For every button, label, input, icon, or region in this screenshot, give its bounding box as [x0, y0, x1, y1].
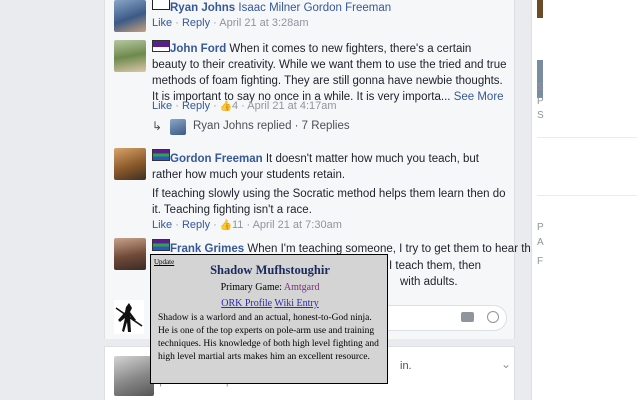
- replies-summary[interactable]: Ryan Johns replied · 7 Replies: [193, 120, 350, 132]
- comment-3: Gordon Freeman It doesn't matter how muc…: [152, 151, 507, 183]
- reply-link[interactable]: Reply: [182, 100, 210, 112]
- tooltip-links: ORK Profile Wiki Entry: [151, 298, 389, 309]
- sidebar-letter: P: [537, 96, 544, 107]
- tooltip-name: Shadow Mufhstoughir: [210, 263, 330, 277]
- camera-icon[interactable]: [461, 312, 474, 322]
- sidebar-thumbnail[interactable]: [537, 0, 543, 18]
- comment-3-para2: If teaching slowly using the Socratic me…: [152, 188, 506, 216]
- comment-4-tail-1: I teach them, then: [389, 260, 482, 272]
- next-post-text: in.: [400, 360, 412, 372]
- avatar-frank-grimes[interactable]: [114, 238, 146, 270]
- like-count[interactable]: 4: [232, 100, 238, 112]
- avatar-next-post[interactable]: [114, 356, 154, 396]
- profile-tooltip: Update Shadow Mufhstoughir Primary Game:…: [150, 254, 388, 384]
- see-more-link[interactable]: See More: [454, 91, 504, 103]
- comment-1: Ryan Johns Isaac Milner Gordon Freeman: [170, 0, 500, 16]
- tooltip-bio: Shadow is a warlord and an actual, hones…: [158, 313, 379, 362]
- like-link[interactable]: Like: [152, 100, 172, 112]
- reply-link[interactable]: Reply: [182, 17, 210, 29]
- game-value: Amtgard: [283, 282, 320, 293]
- sidebar-letter: S: [537, 82, 544, 93]
- sidebar-divider: [537, 195, 637, 196]
- comment-author[interactable]: Gordon Freeman: [170, 153, 263, 165]
- comment-time[interactable]: April 21 at 3:28am: [219, 17, 308, 29]
- wiki-entry-link[interactable]: Wiki Entry: [274, 298, 318, 309]
- flag-icon: [152, 0, 170, 10]
- comment-author[interactable]: Ryan Johns: [170, 2, 235, 14]
- sidebar-letter: F: [537, 256, 544, 267]
- like-count[interactable]: 11: [232, 219, 243, 231]
- avatar-gordon-freeman[interactable]: [114, 148, 146, 180]
- comment-actions: Like · Reply · 👍 4 · April 21 at 4:17am: [152, 100, 337, 112]
- sidebar-letter: S: [537, 110, 544, 121]
- comment-text[interactable]: Isaac Milner Gordon Freeman: [238, 2, 391, 14]
- tooltip-game: Primary Game: Amtgard: [220, 282, 320, 293]
- comment-actions: Like · Reply · April 21 at 3:28am: [152, 17, 309, 29]
- thumbs-up-icon: 👍: [219, 101, 233, 112]
- like-link[interactable]: Like: [152, 17, 172, 29]
- reply-arrow-icon: ↳: [152, 119, 163, 133]
- comment-time[interactable]: April 21 at 7:30am: [253, 219, 342, 231]
- sidebar-letter: P: [537, 222, 544, 233]
- sidebar-letter: A: [537, 237, 544, 248]
- smiley-icon[interactable]: [487, 311, 499, 323]
- comment-actions: Like · Reply · 👍 11 · April 21 at 7:30am: [152, 219, 342, 231]
- screen: Ryan Johns Isaac Milner Gordon Freeman L…: [0, 0, 640, 400]
- comment-2: John Ford When it comes to new fighters,…: [152, 41, 507, 105]
- avatar-john-ford[interactable]: [114, 40, 146, 72]
- ork-profile-link[interactable]: ORK Profile: [221, 298, 272, 309]
- comment-4-tail-2: with adults.: [400, 276, 458, 288]
- avatar-small: [170, 119, 186, 135]
- like-link[interactable]: Like: [152, 219, 172, 231]
- comment-author[interactable]: John Ford: [170, 43, 226, 55]
- ninja-avatar[interactable]: [114, 300, 144, 334]
- reply-link[interactable]: Reply: [182, 219, 210, 231]
- sidebar-divider: [537, 137, 637, 138]
- right-sidebar: [531, 0, 640, 400]
- post-options-icon[interactable]: ⌄: [501, 357, 511, 371]
- thumbs-up-icon: 👍: [219, 220, 233, 231]
- comment-time[interactable]: April 21 at 4:17am: [247, 100, 336, 112]
- avatar-ryan-johns[interactable]: [114, 0, 146, 32]
